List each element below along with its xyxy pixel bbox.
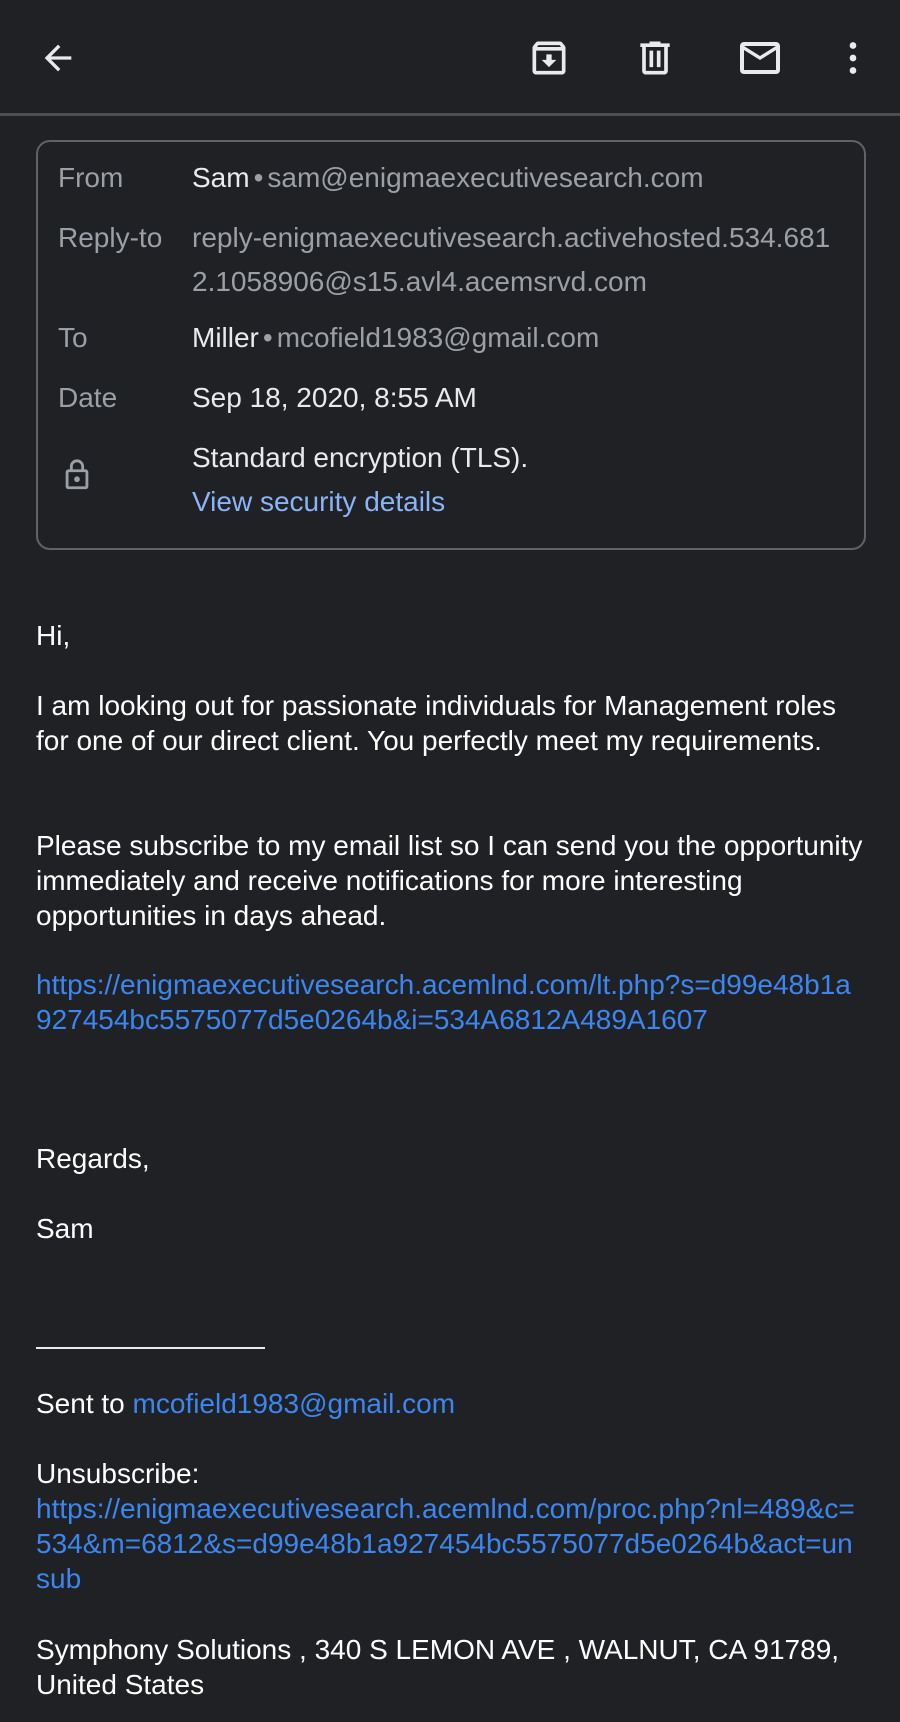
- to-label: To: [58, 322, 88, 353]
- more-options-button[interactable]: [817, 22, 889, 94]
- view-security-details-link[interactable]: View security details: [192, 480, 445, 524]
- from-email: sam@enigmaexecutivesearch.com: [267, 162, 704, 193]
- subscribe-link-block: https://enigmaexecutivesearch.acemlnd.co…: [36, 967, 866, 1037]
- to-name: Miller: [192, 322, 259, 353]
- message-details-card: From Sam • sam@enigmaexecutivesearch.com R…: [36, 140, 866, 550]
- greeting: Hi,: [36, 620, 71, 651]
- separator-dot: •: [262, 322, 273, 353]
- mark-unread-button[interactable]: [724, 22, 796, 94]
- sent-to-line: Sent to mcofield1983@gmail.com: [36, 1386, 866, 1421]
- delete-button[interactable]: [619, 22, 691, 94]
- from-value: Sam • sam@enigmaexecutivesearch.com: [192, 156, 852, 200]
- subscribe-link[interactable]: https://enigmaexecutivesearch.acemlnd.co…: [36, 969, 851, 1035]
- mail-icon: [740, 42, 780, 74]
- reply-to-label: Reply-to: [58, 222, 163, 253]
- lock-icon: [65, 459, 89, 490]
- unsubscribe-label: Unsubscribe:: [36, 1458, 200, 1489]
- more-vert-icon: [849, 42, 857, 74]
- footer-divider: [36, 1347, 265, 1349]
- unsubscribe-block: Unsubscribe: https://enigmaexecutivesear…: [36, 1456, 866, 1596]
- sender-postal-address: Symphony Solutions , 340 S LEMON AVE , W…: [36, 1634, 840, 1700]
- signature: Sam: [36, 1213, 94, 1244]
- signoff: Regards,: [36, 1143, 150, 1174]
- to-value: Miller • mcofield1983@gmail.com: [192, 316, 852, 360]
- date-value: Sep 18, 2020, 8:55 AM: [192, 382, 477, 413]
- sent-to-email-link[interactable]: mcofield1983@gmail.com: [133, 1388, 456, 1419]
- arrow-back-icon: [44, 44, 72, 72]
- from-name: Sam: [192, 162, 250, 193]
- separator-dot: •: [253, 162, 264, 193]
- unsubscribe-link[interactable]: https://enigmaexecutivesearch.acemlnd.co…: [36, 1493, 855, 1594]
- from-label: From: [58, 162, 124, 193]
- back-button[interactable]: [22, 22, 94, 94]
- to-email: mcofield1983@gmail.com: [276, 322, 600, 353]
- security-text: Standard encryption (TLS).: [192, 442, 529, 473]
- top-app-bar: [0, 0, 900, 116]
- body-paragraph-1: I am looking out for passionate individu…: [36, 690, 836, 756]
- date-label: Date: [58, 382, 118, 413]
- body-paragraph-2: Please subscribe to my email list so I c…: [36, 830, 863, 931]
- archive-button[interactable]: [513, 22, 585, 94]
- sent-to-label: Sent to: [36, 1388, 125, 1419]
- archive-icon: [532, 41, 566, 75]
- trash-icon: [640, 41, 670, 75]
- reply-to-address: reply-enigmaexecutivesearch.activehosted…: [192, 222, 831, 297]
- security-value: Standard encryption (TLS). View security…: [192, 436, 852, 524]
